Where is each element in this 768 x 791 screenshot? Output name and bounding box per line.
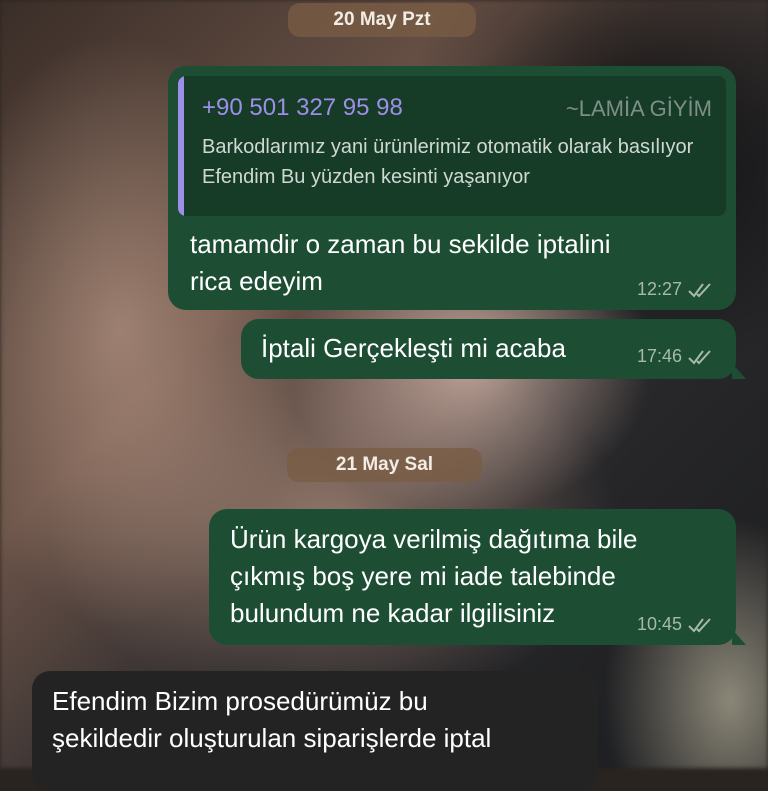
message-time: 12:27 xyxy=(636,279,682,299)
quoted-message[interactable]: +90 501 327 95 98 ~LAMİA GİYİM Barkodlar… xyxy=(178,76,726,216)
quote-accent-bar xyxy=(178,76,184,216)
date-separator: 20 May Pzt xyxy=(288,3,476,37)
read-ticks-icon xyxy=(688,349,714,365)
message-text: Ürün kargoya verilmiş dağıtıma bile çıkm… xyxy=(230,521,638,632)
bubble-tail xyxy=(732,629,746,645)
message-text: İptali Gerçekleşti mi acaba xyxy=(261,330,566,367)
date-separator: 21 May Sal xyxy=(287,448,482,482)
message-meta: 12:27 xyxy=(637,279,714,300)
message-line: şekildedir oluşturulan siparişlerde ipta… xyxy=(52,723,492,753)
message-text: Efendim Bizim prosedürümüz bu şekildedir… xyxy=(52,683,491,757)
message-line: İptali Gerçekleşti mi acaba xyxy=(261,333,566,363)
message-line: tamamdir o zaman bu sekilde iptalini xyxy=(190,229,611,259)
message-time: 17:46 xyxy=(636,346,682,366)
date-separator-label: 20 May Pzt xyxy=(333,9,431,30)
message-text: tamamdir o zaman bu sekilde iptalini ric… xyxy=(190,226,611,300)
bubble-tail xyxy=(732,363,746,379)
message-bubble-outgoing[interactable]: Ürün kargoya verilmiş dağıtıma bile çıkm… xyxy=(209,509,746,645)
message-bubble-outgoing[interactable]: +90 501 327 95 98 ~LAMİA GİYİM Barkodlar… xyxy=(168,66,736,310)
quoted-text: Barkodlarımız yani ürünlerimiz otomatik … xyxy=(202,136,694,188)
message-bubble-outgoing[interactable]: İptali Gerçekleşti mi acaba 17:46 xyxy=(241,319,746,379)
read-ticks-icon xyxy=(688,617,714,633)
read-ticks-icon xyxy=(688,282,714,298)
quoted-sender-phone: +90 501 327 95 98 xyxy=(202,94,403,121)
quoted-sender-name: ~LAMİA GİYİM xyxy=(565,96,712,121)
message-line: bulundum ne kadar ilgilisiniz xyxy=(230,598,556,628)
message-line: Ürün kargoya verilmiş dağıtıma bile xyxy=(230,524,638,554)
message-bubble-incoming[interactable]: Efendim Bizim prosedürümüz bu şekildedir… xyxy=(32,671,598,791)
message-line: Efendim Bizim prosedürümüz bu xyxy=(52,686,428,716)
message-line: çıkmış boş yere mi iade talebinde xyxy=(230,561,616,591)
message-meta: 10:45 xyxy=(637,614,714,635)
message-line: rica edeyim xyxy=(190,266,323,296)
message-meta: 17:46 xyxy=(637,346,714,367)
date-separator-label: 21 May Sal xyxy=(335,454,434,475)
message-time: 10:45 xyxy=(636,614,682,634)
